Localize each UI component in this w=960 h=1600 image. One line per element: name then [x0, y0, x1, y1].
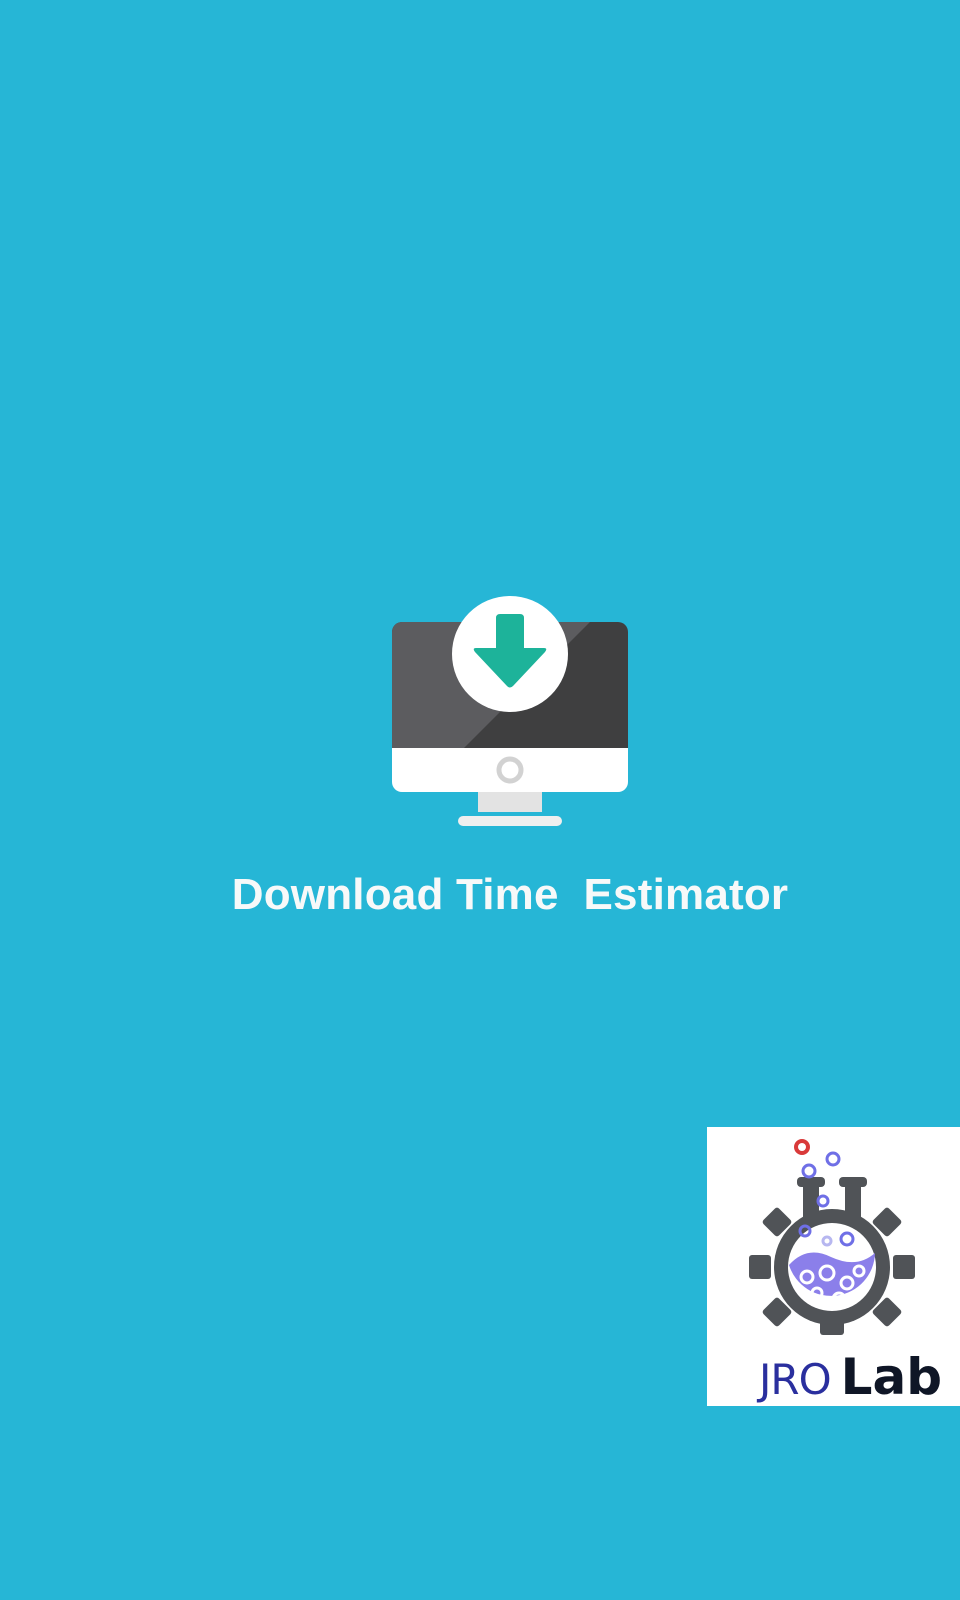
gear-flask-icon — [749, 1139, 915, 1335]
app-title: Download Time Estimator — [231, 870, 789, 919]
monitor-download-icon — [392, 596, 628, 826]
splash-screen: Download Time Estimator JRO Lab — [0, 0, 960, 1600]
developer-logo-text: JRO Lab — [759, 1349, 942, 1406]
logo-text-jro: JRO — [759, 1355, 832, 1404]
developer-logo-card: JRO Lab — [707, 1127, 960, 1406]
logo-text-lab: Lab — [840, 1348, 943, 1406]
